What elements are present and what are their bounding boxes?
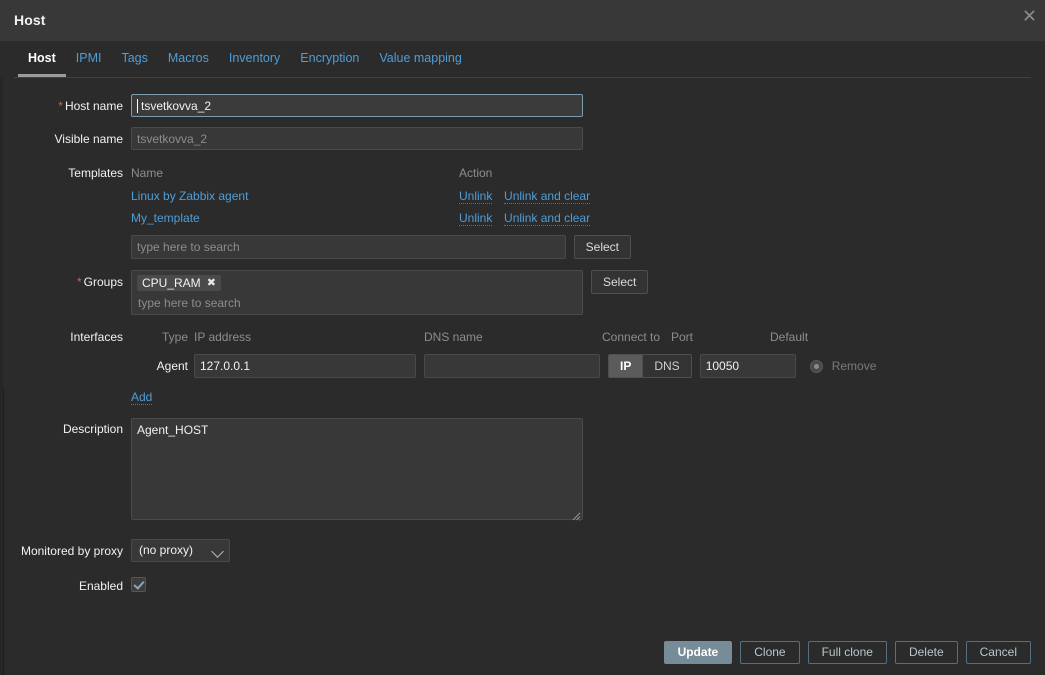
full-clone-button[interactable]: Full clone [807, 640, 887, 664]
visible-name-label: Visible name [54, 132, 123, 146]
tab-tags[interactable]: Tags [111, 41, 157, 77]
interfaces-col-port: Port [671, 330, 694, 344]
interface-dns-input[interactable] [424, 354, 600, 378]
tab-host[interactable]: Host [18, 41, 66, 77]
host-form: *Host name Visible name Templates Name A… [0, 78, 1045, 595]
template-unlink-link[interactable]: Unlink [459, 189, 493, 204]
templates-select-button[interactable]: Select [573, 235, 631, 259]
required-marker: * [76, 275, 82, 289]
host-name-input[interactable] [131, 94, 583, 117]
proxy-control: (no proxy) [131, 539, 230, 562]
text-cursor [137, 99, 138, 113]
interface-type-label: Agent [156, 359, 188, 373]
interfaces-col-default: Default [770, 330, 809, 344]
close-icon[interactable] [1017, 3, 1041, 27]
delete-button[interactable]: Delete [894, 640, 958, 664]
enabled-control [131, 577, 146, 595]
host-configuration-dialog: Host Host IPMI Tags Macros Inventory Enc… [0, 0, 1045, 675]
templates-control: Name Action Linux by Zabbix agent Unlink… [131, 165, 631, 259]
field-row-groups: * Groups CPU_RAM ✖ type here to search Se… [0, 270, 1045, 315]
host-name-label: * Host name [58, 99, 123, 113]
interfaces-control: Type IP address DNS name Connect to Port… [131, 329, 921, 405]
field-row-description: Description [0, 418, 1045, 523]
field-row-proxy: Monitored by proxy (no proxy) [0, 539, 1045, 562]
connect-to-dns-option[interactable]: DNS [643, 354, 692, 378]
interface-default-radio[interactable] [809, 359, 823, 373]
template-row: My_template Unlink Unlink and clear [131, 211, 631, 226]
templates-search-input[interactable] [131, 235, 566, 259]
groups-label: * Groups [76, 275, 123, 289]
interfaces-col-type: Type [161, 330, 188, 344]
interface-row: Agent IP DNS Remove [131, 354, 921, 378]
host-name-control [131, 94, 583, 117]
template-unlink-link[interactable]: Unlink [459, 211, 493, 226]
dialog-tabbar: Host IPMI Tags Macros Inventory Encrypti… [0, 41, 1045, 78]
template-unlink-and-clear-link[interactable]: Unlink and clear [504, 211, 591, 226]
interface-port-input[interactable] [699, 354, 796, 378]
tab-value-mapping[interactable]: Value mapping [369, 41, 471, 77]
template-link[interactable]: My_template [131, 211, 200, 225]
dialog-footer: Update Clone Full clone Delete Cancel [0, 629, 1045, 675]
interfaces-label: Interfaces [70, 330, 123, 344]
field-row-host-name: * Host name [0, 94, 1045, 117]
template-row: Linux by Zabbix agent Unlink Unlink and … [131, 189, 631, 204]
tab-encryption[interactable]: Encryption [290, 41, 369, 77]
groups-search-input[interactable]: type here to search [137, 294, 577, 311]
required-marker: * [58, 99, 63, 113]
tab-ipmi[interactable]: IPMI [66, 41, 112, 77]
groups-select-button[interactable]: Select [591, 270, 649, 294]
page-title: Host [14, 12, 46, 28]
description-textarea[interactable] [131, 418, 583, 520]
templates-label: Templates [68, 166, 123, 180]
interface-remove-link[interactable]: Remove [832, 359, 877, 373]
groups-control: CPU_RAM ✖ type here to search Select [131, 270, 649, 315]
proxy-label: Monitored by proxy [20, 544, 123, 558]
enabled-checkbox[interactable] [131, 577, 146, 592]
interfaces-col-connect-to: Connect to [602, 330, 661, 344]
templates-col-action: Action [459, 166, 493, 180]
description-label: Description [62, 422, 123, 436]
templates-col-name: Name [131, 166, 164, 180]
visible-name-control [131, 127, 583, 150]
groups-multiselect[interactable]: CPU_RAM ✖ type here to search [131, 270, 583, 315]
interface-ip-input[interactable] [194, 354, 416, 378]
connect-to-ip-option[interactable]: IP [608, 354, 644, 378]
remove-chip-icon[interactable]: ✖ [207, 277, 216, 289]
field-row-visible-name: Visible name [0, 127, 1045, 150]
tab-inventory[interactable]: Inventory [219, 41, 290, 77]
field-row-interfaces: Interfaces Type IP address DNS name Conn… [0, 329, 1045, 405]
dialog-titlebar: Host [0, 0, 1045, 41]
group-chip[interactable]: CPU_RAM ✖ [137, 275, 221, 291]
interface-connect-to-toggle[interactable]: IP DNS [608, 354, 692, 378]
template-link[interactable]: Linux by Zabbix agent [131, 189, 248, 203]
description-control [131, 418, 583, 523]
template-unlink-and-clear-link[interactable]: Unlink and clear [504, 189, 591, 204]
clone-button[interactable]: Clone [740, 640, 800, 664]
tab-macros[interactable]: Macros [158, 41, 219, 77]
field-row-templates: Templates Name Action Linux by Zabbix ag… [0, 165, 1045, 259]
add-interface-link[interactable]: Add [131, 390, 153, 405]
update-button[interactable]: Update [663, 640, 733, 664]
interfaces-col-ip: IP address [194, 330, 252, 344]
field-row-enabled: Enabled [0, 577, 1045, 595]
interfaces-col-dns: DNS name [424, 330, 483, 344]
visible-name-input[interactable] [131, 127, 583, 150]
group-chip-label: CPU_RAM [142, 276, 201, 290]
proxy-select[interactable]: (no proxy) [131, 539, 230, 562]
enabled-label: Enabled [78, 579, 123, 593]
cancel-button[interactable]: Cancel [965, 640, 1031, 664]
